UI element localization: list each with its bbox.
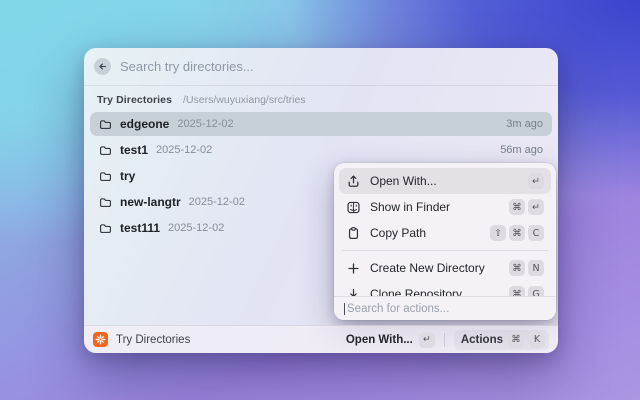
key-badge: ↵ <box>528 199 544 215</box>
key-badge: ⌘ <box>509 260 525 276</box>
finder-icon <box>346 200 361 215</box>
item-date: 2025-12-02 <box>177 118 234 130</box>
actions-button[interactable]: Actions ⌘ K <box>453 329 549 350</box>
folder-icon <box>99 118 112 131</box>
item-name: test111 <box>120 221 161 235</box>
item-time-ago: 56m ago <box>500 144 543 156</box>
search-input[interactable] <box>120 59 548 74</box>
launcher-window: Try Directories /Users/wuyuxiang/src/tri… <box>84 48 558 353</box>
actions-search-bar <box>334 296 556 320</box>
extension-gear-icon <box>93 332 108 347</box>
status-bar: Try Directories Open With... ↵ Actions ⌘… <box>84 325 558 353</box>
folder-icon <box>99 222 112 235</box>
section-path: /Users/wuyuxiang/src/tries <box>183 94 306 106</box>
key-badge: ⇧ <box>490 225 506 241</box>
item-date: 2025-12-02 <box>188 196 245 208</box>
back-button[interactable] <box>94 58 111 75</box>
list-item-edgeone[interactable]: edgeone 2025-12-02 3m ago <box>90 112 552 136</box>
folder-icon <box>99 170 112 183</box>
open-with-icon <box>346 174 361 189</box>
menu-item-label: Open With... <box>370 174 437 188</box>
key-badge: ↵ <box>418 331 435 348</box>
item-date: 2025-12-02 <box>156 144 213 156</box>
clipboard-icon <box>346 226 361 241</box>
key-badge: ⌘ <box>509 225 525 241</box>
menu-item-label: Create New Directory <box>370 261 485 275</box>
folder-icon <box>99 196 112 209</box>
key-badge: N <box>528 260 544 276</box>
item-name: try <box>120 169 136 183</box>
key-badge: ⌘ <box>508 331 524 348</box>
statusbar-divider <box>443 332 445 347</box>
item-date: 2025-12-02 <box>168 222 225 234</box>
plus-icon <box>346 261 361 276</box>
key-badge: ⌘ <box>509 199 525 215</box>
statusbar-app-label: Try Directories <box>116 333 191 346</box>
actions-search-input[interactable] <box>347 302 546 315</box>
item-name: edgeone <box>120 117 170 131</box>
actions-button-label: Actions <box>460 333 503 346</box>
actions-menu: Open With... ↵ Show in Finder ⌘ ↵ Copy P… <box>334 163 556 320</box>
menu-item-label: Copy Path <box>370 226 427 240</box>
text-caret <box>344 302 345 315</box>
list-item-test1[interactable]: test1 2025-12-02 56m ago <box>90 138 552 162</box>
item-name: new-langtr <box>120 195 181 209</box>
item-time-ago: 3m ago <box>506 118 543 130</box>
folder-icon <box>99 144 112 157</box>
actions-menu-items: Open With... ↵ Show in Finder ⌘ ↵ Copy P… <box>334 163 556 307</box>
key-badge: ↵ <box>528 173 544 189</box>
menu-item-open-with[interactable]: Open With... ↵ <box>339 168 551 194</box>
section-title: Try Directories <box>97 94 173 106</box>
section-header: Try Directories /Users/wuyuxiang/src/tri… <box>84 86 558 109</box>
search-bar <box>84 48 558 86</box>
menu-item-show-in-finder[interactable]: Show in Finder ⌘ ↵ <box>339 194 551 220</box>
key-badge: C <box>528 225 544 241</box>
key-badge: K <box>529 331 545 348</box>
menu-divider <box>342 250 548 251</box>
menu-item-copy-path[interactable]: Copy Path ⇧ ⌘ C <box>339 220 551 246</box>
menu-item-create-new-directory[interactable]: Create New Directory ⌘ N <box>339 255 551 281</box>
item-name: test1 <box>120 143 149 157</box>
menu-item-label: Show in Finder <box>370 200 451 214</box>
statusbar-primary-action[interactable]: Open With... <box>346 334 413 346</box>
back-arrow-icon <box>99 63 107 70</box>
